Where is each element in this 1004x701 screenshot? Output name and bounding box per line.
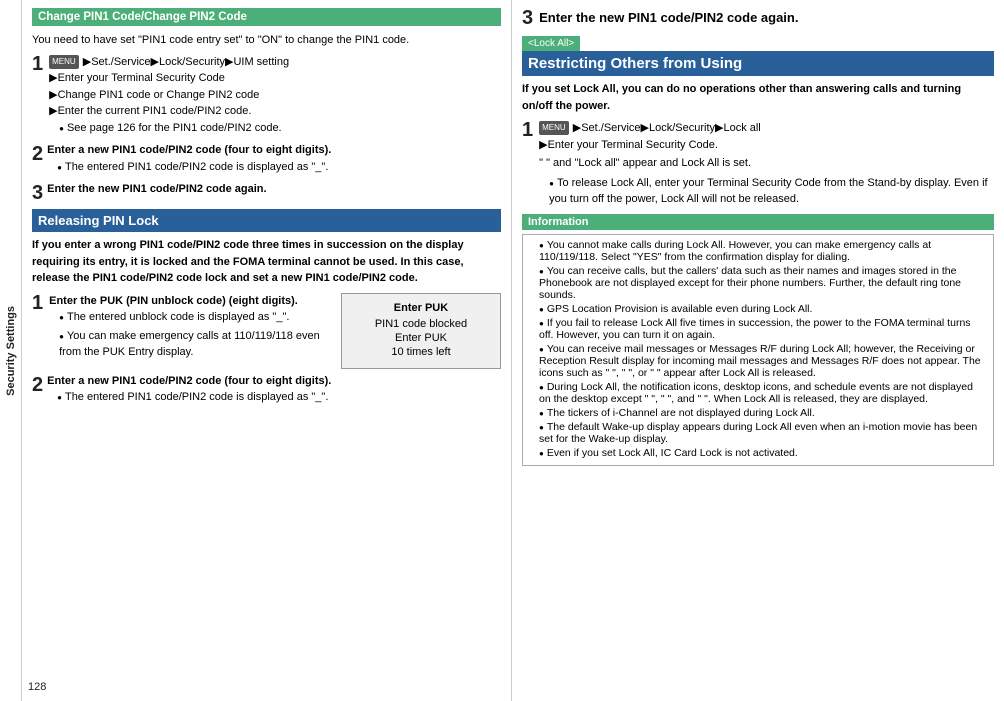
menu-icon: MENU <box>49 55 79 69</box>
lstep1-quote: " " and "Lock all" appear and Lock All i… <box>539 155 994 172</box>
step3-content: Enter the new PIN1 code/PIN2 code again. <box>47 181 501 198</box>
rstep1-number: 1 <box>32 293 43 313</box>
lock-all-tag-wrapper: <Lock All> <box>522 36 994 51</box>
step1-bullet: See page 126 for the PIN1 code/PIN2 code… <box>49 120 501 137</box>
right-column: 3 Enter the new PIN1 code/PIN2 code agai… <box>512 0 1004 701</box>
rstep1-bullet2: You can make emergency calls at 110/119/… <box>49 328 331 361</box>
rstep1-bullet1: The entered unblock code is displayed as… <box>49 309 331 326</box>
info-item-3: GPS Location Provision is available even… <box>529 303 987 315</box>
page-number: 128 <box>28 681 46 693</box>
step1-number: 1 <box>32 54 43 74</box>
puk-box-title: Enter PUK <box>354 302 488 314</box>
step2-bullet: The entered PIN1 code/PIN2 code is displ… <box>47 159 501 176</box>
lstep1-bullet: To release Lock All, enter your Terminal… <box>539 175 994 208</box>
info-item-2: You can receive calls, but the callers' … <box>529 265 987 301</box>
step1-line1: ▶Set./Service▶Lock/Security▶UIM setting <box>83 56 289 68</box>
lstep1-content: MENU ▶Set./Service▶Lock/Security▶Lock al… <box>539 120 994 210</box>
info-item-8: The default Wake-up display appears duri… <box>529 421 987 445</box>
lstep1-line2: ▶Enter your Terminal Security Code. <box>539 139 718 151</box>
lstep1-number: 1 <box>522 120 533 140</box>
puk-box: Enter PUK PIN1 code blocked Enter PUK 10… <box>341 293 501 369</box>
restricting-header: Restricting Others from Using <box>522 51 994 76</box>
puk-box-line1: PIN1 code blocked <box>354 318 488 330</box>
step1-content: MENU ▶Set./Service▶Lock/Security▶UIM set… <box>49 54 501 139</box>
step1-line2: ▶Enter your Terminal Security Code <box>49 72 225 84</box>
puk-box-line3: 10 times left <box>354 346 488 358</box>
restricting-intro: If you set Lock All, you can do no opera… <box>522 81 994 114</box>
step3-label: Enter the new PIN1 code/PIN2 code again. <box>47 183 266 195</box>
step1-row: 1 MENU ▶Set./Service▶Lock/Security▶UIM s… <box>32 54 501 139</box>
section2-intro: If you enter a wrong PIN1 code/PIN2 code… <box>32 237 501 287</box>
rstep1-row: 1 Enter the PUK (PIN unblock code) (eigh… <box>32 293 501 369</box>
info-header: Information <box>522 214 994 230</box>
sidebar-label: Security Settings <box>5 306 17 396</box>
section1-header: Change PIN1 Code/Change PIN2 Code <box>32 8 501 26</box>
right-step3-content: Enter the new PIN1 code/PIN2 code again. <box>539 8 994 28</box>
lstep1-line1: ▶Set./Service▶Lock/Security▶Lock all <box>573 122 761 134</box>
rstep2-row: 2 Enter a new PIN1 code/PIN2 code (four … <box>32 373 501 408</box>
info-item-5: You can receive mail messages or Message… <box>529 343 987 379</box>
step2-content: Enter a new PIN1 code/PIN2 code (four to… <box>47 142 501 177</box>
info-box: You cannot make calls during Lock All. H… <box>522 234 994 466</box>
rstep2-content: Enter a new PIN1 code/PIN2 code (four to… <box>47 373 501 408</box>
info-item-6: During Lock All, the notification icons,… <box>529 381 987 405</box>
section1-intro: You need to have set "PIN1 code entry se… <box>32 32 501 49</box>
step2-label: Enter a new PIN1 code/PIN2 code (four to… <box>47 144 331 156</box>
right-step3-label: Enter the new PIN1 code/PIN2 code again. <box>539 10 798 25</box>
rstep2-number: 2 <box>32 373 43 397</box>
rstep2-label: Enter a new PIN1 code/PIN2 code (four to… <box>47 375 331 387</box>
step3-row: 3 Enter the new PIN1 code/PIN2 code agai… <box>32 181 501 205</box>
step2-row: 2 Enter a new PIN1 code/PIN2 code (four … <box>32 142 501 177</box>
left-column: Change PIN1 Code/Change PIN2 Code You ne… <box>22 0 512 701</box>
puk-box-line2: Enter PUK <box>354 332 488 344</box>
step2-number: 2 <box>32 142 43 166</box>
lock-all-tag: <Lock All> <box>522 36 580 51</box>
rstep1-content: Enter the PUK (PIN unblock code) (eight … <box>49 293 331 363</box>
step1-line4: ▶Enter the current PIN1 code/PIN2 code. <box>49 105 251 117</box>
info-item-9: Even if you set Lock All, IC Card Lock i… <box>529 447 987 459</box>
info-item-1: You cannot make calls during Lock All. H… <box>529 239 987 263</box>
step1-line3: ▶Change PIN1 code or Change PIN2 code <box>49 89 259 101</box>
section2-header: Releasing PIN Lock <box>32 209 501 232</box>
lstep1-row: 1 MENU ▶Set./Service▶Lock/Security▶Lock … <box>522 120 994 210</box>
rstep2-bullet: The entered PIN1 code/PIN2 code is displ… <box>47 389 501 406</box>
sidebar: Security Settings <box>0 0 22 701</box>
info-item-4: If you fail to release Lock All five tim… <box>529 317 987 341</box>
lstep1-menu-icon: MENU <box>539 121 569 135</box>
right-step3-row: 3 Enter the new PIN1 code/PIN2 code agai… <box>522 8 994 28</box>
step3-number: 3 <box>32 181 43 205</box>
main-content: Change PIN1 Code/Change PIN2 Code You ne… <box>22 0 1004 701</box>
right-step3-number: 3 <box>522 8 533 28</box>
rstep1-label: Enter the PUK (PIN unblock code) (eight … <box>49 295 298 307</box>
info-item-7: The tickers of i-Channel are not display… <box>529 407 987 419</box>
